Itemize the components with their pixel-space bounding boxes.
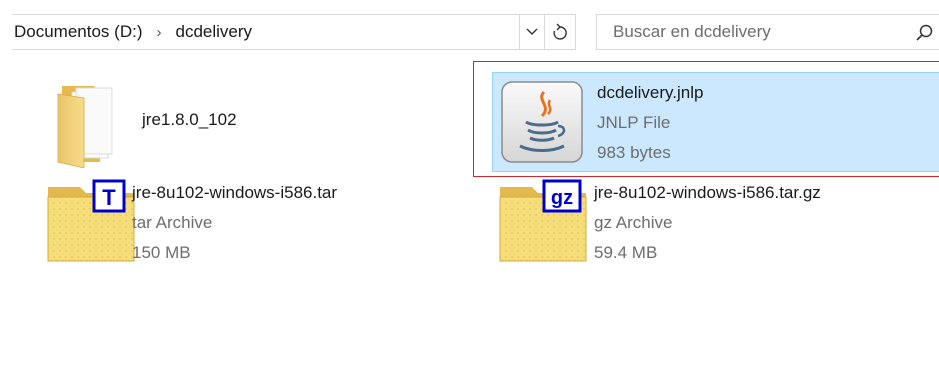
search-box[interactable] bbox=[596, 14, 939, 50]
file-explorer-window: Documentos (D:) › dcdelivery Buscar en d… bbox=[0, 0, 939, 372]
chevron-down-icon bbox=[526, 28, 538, 35]
file-size: 59.4 MB bbox=[594, 243, 658, 262]
file-name: jre-8u102-windows-i586.tar.gz bbox=[594, 183, 821, 202]
java-icon bbox=[501, 81, 583, 163]
file-item-tar[interactable]: T jre-8u102-windows-i586.tar tar Archive… bbox=[40, 177, 460, 267]
navigation-bar: Documentos (D:) › dcdelivery bbox=[0, 0, 939, 60]
breadcrumb-separator-icon[interactable]: › bbox=[156, 24, 161, 41]
file-size: 983 bytes bbox=[597, 143, 671, 162]
search-icon[interactable] bbox=[915, 23, 935, 43]
tar-badge-icon: T bbox=[102, 185, 116, 210]
gz-archive-icon: gz bbox=[499, 179, 587, 262]
folder-icon bbox=[57, 86, 113, 168]
gz-badge-icon: gz bbox=[551, 187, 573, 209]
file-type: gz Archive bbox=[594, 213, 673, 232]
file-size: 150 MB bbox=[132, 243, 191, 262]
file-item-gz[interactable]: gz jre-8u102-windows-i586.tar.gz gz Arch… bbox=[492, 177, 939, 267]
file-name: dcdelivery.jnlp bbox=[597, 83, 704, 102]
tar-archive-icon: T bbox=[47, 179, 135, 262]
address-bar[interactable]: Documentos (D:) › dcdelivery bbox=[12, 14, 520, 50]
search-input[interactable] bbox=[597, 21, 915, 43]
breadcrumb-documentos[interactable]: Documentos (D:) bbox=[12, 22, 144, 42]
address-history-button[interactable] bbox=[520, 14, 544, 50]
file-name: jre1.8.0_102 bbox=[142, 110, 237, 129]
refresh-icon bbox=[553, 23, 567, 40]
file-item-folder[interactable]: jre1.8.0_102 bbox=[40, 72, 460, 172]
file-name: jre-8u102-windows-i586.tar bbox=[132, 183, 338, 202]
file-item-jnlp-selected[interactable]: dcdelivery.jnlp JNLP File 983 bytes bbox=[492, 72, 939, 172]
file-type: tar Archive bbox=[132, 213, 213, 232]
refresh-button[interactable] bbox=[544, 14, 576, 50]
file-type: JNLP File bbox=[597, 113, 671, 132]
breadcrumb-dcdelivery[interactable]: dcdelivery bbox=[173, 22, 254, 42]
